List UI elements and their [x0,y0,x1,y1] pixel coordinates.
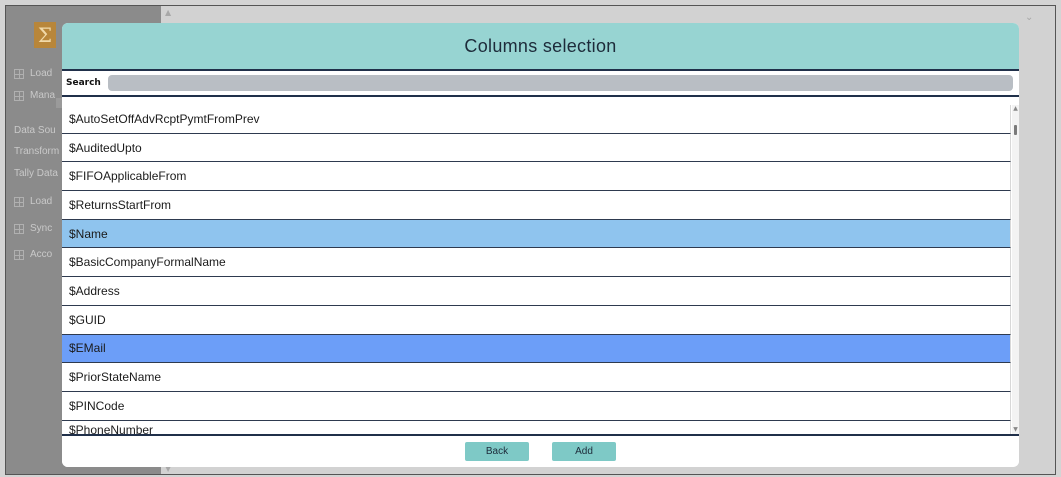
grid-icon [14,249,24,260]
sidebar-item-label: Sync [30,223,53,234]
sidebar-item-sync[interactable]: Sync [14,223,52,234]
sidebar-item-label: Transform [14,146,60,157]
sidebar-item-label: Load [30,196,53,207]
scroll-up-icon[interactable]: ▲ [165,8,171,17]
sidebar-item-label: Tally Data [14,168,58,179]
column-label: $PINCode [69,398,125,413]
sidebar-item-label: Acco [30,249,53,260]
sidebar-item-tally-data[interactable]: Tally Data [14,168,58,179]
chevron-down-icon[interactable]: ⌄ [1025,12,1033,23]
grid-icon [14,68,24,79]
add-button[interactable]: Add [552,442,616,461]
dialog-header: Columns selection [62,23,1019,71]
column-list-item[interactable]: $ReturnsStartFrom [62,191,1011,220]
sigma-logo-icon: Σ [34,22,56,48]
column-list-item[interactable]: $AutoSetOffAdvRcptPymtFromPrev [62,105,1011,134]
scrollbar-thumb[interactable] [1014,125,1017,135]
search-bar: Search [62,71,1019,97]
column-list-item[interactable]: $Address [62,277,1011,306]
grid-icon [14,196,24,207]
column-list-item[interactable]: $PriorStateName [62,363,1011,392]
column-label: $PriorStateName [69,370,162,385]
sidebar-item-label: Mana [30,90,56,101]
search-label: Search [66,78,101,88]
column-list-item[interactable]: $BasicCompanyFormalName [62,248,1011,278]
column-list-item[interactable]: $PhoneNumber [62,420,1011,434]
scroll-down-icon[interactable]: ▼ [1012,426,1019,434]
column-label: $BasicCompanyFormalName [69,255,226,270]
column-list-item[interactable]: $FIFOApplicableFrom [62,162,1011,192]
column-label: $AuditedUpto [69,140,142,155]
sidebar-item-manage[interactable]: Mana [14,90,55,101]
sidebar-item-label: Data Sou [14,125,56,136]
column-list-item[interactable]: $PINCode [62,391,1011,421]
column-label: $Name [69,226,108,241]
column-list-item[interactable]: $GUID [62,305,1011,335]
list-scrollbar[interactable]: ▲ ▼ [1012,105,1019,434]
sidebar-item-transform[interactable]: Transform [14,146,59,157]
column-label: $Address [69,283,120,298]
column-label: $FIFOApplicableFrom [69,169,187,184]
grid-icon [14,223,24,234]
sidebar-item-load[interactable]: Load [14,68,52,79]
dialog-title: Columns selection [464,35,617,56]
columns-selection-dialog: Columns selection Search $AutoSetOffAdvR… [62,23,1019,467]
column-label: $GUID [69,312,106,327]
search-input[interactable] [108,75,1013,91]
column-list-item[interactable]: $EMail [62,334,1011,364]
column-label: $EMail [69,341,106,356]
column-list-item[interactable]: $AuditedUpto [62,133,1011,163]
sidebar-item-account[interactable]: Acco [14,249,52,260]
column-list-item[interactable]: $Name [62,219,1011,249]
sidebar-item-load-2[interactable]: Load [14,196,52,207]
columns-list: $AutoSetOffAdvRcptPymtFromPrev $AuditedUp… [62,105,1019,434]
dialog-footer: Back Add [62,434,1019,467]
grid-icon [14,90,24,101]
sidebar-item-label: Load [30,68,53,79]
column-label: $AutoSetOffAdvRcptPymtFromPrev [69,111,260,126]
column-label: $PhoneNumber [69,423,154,434]
back-button[interactable]: Back [465,442,529,461]
scroll-up-icon[interactable]: ▲ [1012,105,1019,113]
column-label: $ReturnsStartFrom [69,197,172,212]
sidebar-item-data-source[interactable]: Data Sou [14,125,56,136]
